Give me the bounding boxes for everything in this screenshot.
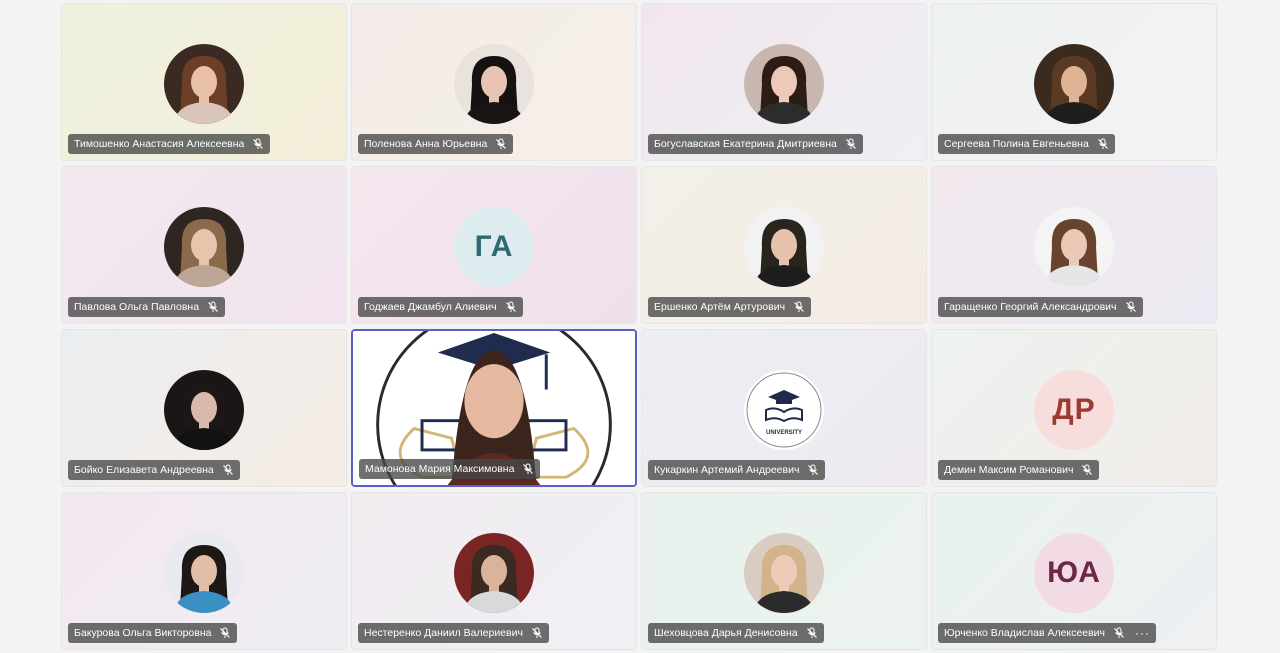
- participant-name-chip: Павлова Ольга Павловна: [68, 297, 226, 317]
- participant-tile[interactable]: Ершенко Артём Артурович: [641, 166, 927, 324]
- participant-name: Демин Максим Романович: [944, 464, 1074, 476]
- avatar: [164, 370, 244, 450]
- mic-muted-icon: [222, 464, 234, 476]
- participant-name-chip: Бойко Елизавета Андреевна: [68, 460, 240, 480]
- participant-name: Богуславская Екатерина Дмитриевна: [654, 138, 837, 150]
- participant-tile[interactable]: Гаращенко Георгий Александрович: [931, 166, 1217, 324]
- participant-tile[interactable]: Бойко Елизавета Андреевна: [61, 329, 347, 487]
- mic-muted-icon: [522, 463, 534, 475]
- participant-name-chip: Юрченко Владислав Алексеевич ···: [938, 623, 1156, 643]
- participant-name-chip: Нестеренко Даниил Валериевич: [358, 623, 549, 643]
- participant-name-chip: Шеховцова Дарья Денисовна: [648, 623, 824, 643]
- mic-muted-icon: [252, 138, 264, 150]
- participant-tile[interactable]: Богуславская Екатерина Дмитриевна: [641, 3, 927, 161]
- avatar-initials: ДР: [1034, 370, 1114, 450]
- participant-tile[interactable]: ЮА Юрченко Владислав Алексеевич ···: [931, 492, 1217, 650]
- mic-muted-icon: [1125, 301, 1137, 313]
- participant-name: Мамонова Мария Максимовна: [365, 463, 515, 475]
- avatar: [1034, 207, 1114, 287]
- participant-tile[interactable]: Тимошенко Анастасия Алексеевна: [61, 3, 347, 161]
- participant-tile[interactable]: ГА Годжаев Джамбул Алиевич: [351, 166, 637, 324]
- participant-tile[interactable]: UNIVERSITY Кукаркин Артемий Андреевич: [641, 329, 927, 487]
- avatar: [164, 533, 244, 613]
- avatar: [744, 533, 824, 613]
- mic-muted-icon: [219, 627, 231, 639]
- mic-muted-icon: [845, 138, 857, 150]
- participant-name: Юрченко Владислав Алексеевич: [944, 627, 1105, 639]
- participant-name: Поленова Анна Юрьевна: [364, 138, 488, 150]
- participant-name: Годжаев Джамбул Алиевич: [364, 301, 497, 313]
- avatar: [744, 44, 824, 124]
- mic-muted-icon: [793, 301, 805, 313]
- avatar-initials: ГА: [454, 207, 534, 287]
- participant-tile[interactable]: Бакурова Ольга Викторовна: [61, 492, 347, 650]
- participant-name-chip: Мамонова Мария Максимовна: [359, 459, 541, 479]
- participant-name: Гаращенко Георгий Александрович: [944, 301, 1117, 313]
- participant-name-chip: Демин Максим Романович: [938, 460, 1100, 480]
- participant-name-chip: Богуславская Екатерина Дмитриевна: [648, 134, 863, 154]
- avatar: [164, 44, 244, 124]
- participant-name: Бойко Елизавета Андреевна: [74, 464, 214, 476]
- participant-name-chip: Бакурова Ольга Викторовна: [68, 623, 238, 643]
- participant-name-chip: Годжаев Джамбул Алиевич: [358, 297, 523, 317]
- university-logo-avatar: UNIVERSITY: [744, 370, 824, 450]
- logo-text: UNIVERSITY: [766, 430, 802, 436]
- participant-name: Павлова Ольга Павловна: [74, 301, 200, 313]
- participant-name: Ершенко Артём Артурович: [654, 301, 786, 313]
- participant-tile[interactable]: Мамонова Мария Максимовна: [351, 329, 637, 487]
- mic-muted-icon: [1097, 138, 1109, 150]
- participant-name-chip: Кукаркин Артемий Андреевич: [648, 460, 826, 480]
- mic-muted-icon: [1113, 627, 1125, 639]
- participant-name-chip: Тимошенко Анастасия Алексеевна: [68, 134, 271, 154]
- avatar: [454, 533, 534, 613]
- avatar: [164, 207, 244, 287]
- participant-name-chip: Поленова Анна Юрьевна: [358, 134, 514, 154]
- participant-name: Тимошенко Анастасия Алексеевна: [74, 138, 245, 150]
- participant-tile[interactable]: Поленова Анна Юрьевна: [351, 3, 637, 161]
- participant-name-chip: Ершенко Артём Артурович: [648, 297, 812, 317]
- mic-muted-icon: [495, 138, 507, 150]
- participant-tile[interactable]: Нестеренко Даниил Валериевич: [351, 492, 637, 650]
- avatar-initials: ЮА: [1034, 533, 1114, 613]
- mic-muted-icon: [806, 627, 818, 639]
- mic-muted-icon: [1081, 464, 1093, 476]
- mic-muted-icon: [807, 464, 819, 476]
- participant-grid: Тимошенко Анастасия Алексеевна Поленова А…: [61, 3, 1217, 653]
- participant-name: Сергеева Полина Евгеньевна: [944, 138, 1089, 150]
- participant-tile[interactable]: Павлова Ольга Павловна: [61, 166, 347, 324]
- participant-name: Бакурова Ольга Викторовна: [74, 627, 212, 639]
- mic-muted-icon: [531, 627, 543, 639]
- participant-name-chip: Гаращенко Георгий Александрович: [938, 297, 1143, 317]
- mic-muted-icon: [505, 301, 517, 313]
- avatar: [744, 207, 824, 287]
- avatar: [1034, 44, 1114, 124]
- participant-tile[interactable]: Шеховцова Дарья Денисовна: [641, 492, 927, 650]
- participant-name: Кукаркин Артемий Андреевич: [654, 464, 800, 476]
- more-options-icon[interactable]: ···: [1135, 626, 1150, 640]
- participant-name: Шеховцова Дарья Денисовна: [654, 627, 798, 639]
- participant-tile[interactable]: Сергеева Полина Евгеньевна: [931, 3, 1217, 161]
- participant-tile[interactable]: ДР Демин Максим Романович: [931, 329, 1217, 487]
- avatar: [454, 44, 534, 124]
- participant-name-chip: Сергеева Полина Евгеньевна: [938, 134, 1115, 154]
- mic-muted-icon: [207, 301, 219, 313]
- participant-name: Нестеренко Даниил Валериевич: [364, 627, 523, 639]
